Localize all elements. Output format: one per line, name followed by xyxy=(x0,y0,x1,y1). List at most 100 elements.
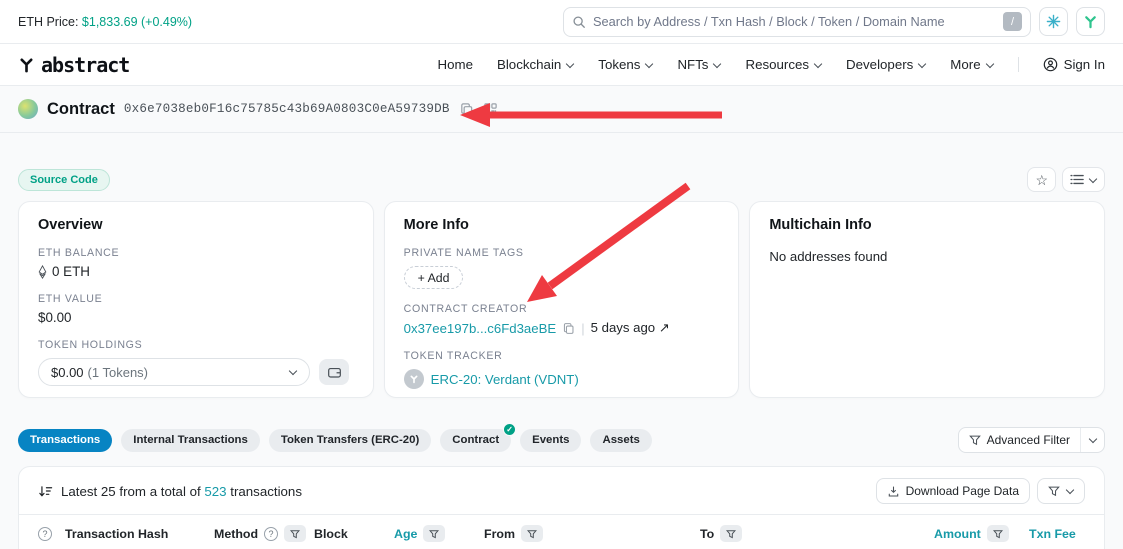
column-txn-fee: Txn Fee xyxy=(1029,527,1076,541)
nav-item-blockchain[interactable]: Blockchain xyxy=(497,57,574,72)
chevron-down-icon xyxy=(566,61,574,69)
download-page-data-button[interactable]: Download Page Data xyxy=(876,478,1030,504)
column-label-age[interactable]: Age xyxy=(394,527,417,541)
nav-item-nfts[interactable]: NFTs xyxy=(677,57,721,72)
topbar-actions: / xyxy=(563,7,1105,37)
abstract-network-icon xyxy=(1083,14,1098,29)
column-from: From xyxy=(484,525,700,542)
eth-diamond-icon xyxy=(38,265,47,279)
token-holdings-label: TOKEN HOLDINGS xyxy=(38,339,354,351)
nav-item-home[interactable]: Home xyxy=(438,57,473,72)
to-filter-button[interactable] xyxy=(720,525,742,542)
token-tracker-row: ERC-20: Verdant (VDNT) xyxy=(404,369,720,389)
chevron-down-icon xyxy=(1089,176,1097,184)
favorite-button[interactable]: ☆ xyxy=(1027,167,1056,192)
eth-balance-label: ETH BALANCE xyxy=(38,247,354,259)
nav-item-more[interactable]: More xyxy=(950,57,993,72)
tab-contract[interactable]: Contract✓ xyxy=(440,429,511,452)
column-amount: Amount xyxy=(934,525,1029,542)
advanced-filter-main[interactable]: Advanced Filter xyxy=(959,428,1080,452)
nav-item-label: Home xyxy=(438,57,473,72)
search-icon xyxy=(572,15,586,29)
private-name-tags-label: PRIVATE NAME TAGS xyxy=(404,247,720,259)
sort-icon xyxy=(38,484,53,499)
summary-count[interactable]: 523 xyxy=(204,484,226,499)
column-label-amount[interactable]: Amount xyxy=(934,527,981,541)
search-input[interactable] xyxy=(593,14,996,29)
nav-item-tokens[interactable]: Tokens xyxy=(598,57,653,72)
card-title: Overview xyxy=(38,217,354,233)
eth-price-value[interactable]: $1,833.69 xyxy=(82,15,138,29)
chevron-down-icon xyxy=(918,61,926,69)
from-filter-button[interactable] xyxy=(521,525,543,542)
wallet-icon xyxy=(327,365,342,380)
help-icon[interactable]: ? xyxy=(38,527,52,541)
token-holdings-dropdown[interactable]: $0.00(1 Tokens) xyxy=(38,358,310,386)
nav-item-resources[interactable]: Resources xyxy=(745,57,822,72)
transactions-table-card: Latest 25 from a total of 523 transactio… xyxy=(18,466,1105,549)
nav-item-developers[interactable]: Developers xyxy=(846,57,926,72)
view-options-button[interactable] xyxy=(1062,167,1105,192)
token-tracker-label: TOKEN TRACKER xyxy=(404,350,720,362)
creator-age: 5 days ago xyxy=(591,320,656,335)
table-summary: Latest 25 from a total of 523 transactio… xyxy=(38,484,302,499)
eth-price-label: ETH Price: xyxy=(18,15,78,29)
theme-toggle-button[interactable] xyxy=(1039,7,1068,36)
column-label: From xyxy=(484,527,515,541)
copy-icon[interactable] xyxy=(562,322,575,335)
holdings-count: (1 Tokens) xyxy=(88,365,148,380)
column-block: Block xyxy=(314,527,394,541)
nav-item-label: Tokens xyxy=(598,57,640,72)
tab-token-transfers[interactable]: Token Transfers (ERC-20) xyxy=(269,429,431,452)
holdings-text: $0.00(1 Tokens) xyxy=(51,365,148,380)
token-tracker-link[interactable]: ERC-20: Verdant (VDNT) xyxy=(431,372,579,387)
badges-row: Source Code ☆ xyxy=(18,167,1105,192)
amount-filter-button[interactable] xyxy=(987,525,1009,542)
search-box[interactable]: / xyxy=(563,7,1031,37)
token-holdings-row: $0.00(1 Tokens) xyxy=(38,358,354,386)
brand-logo[interactable]: abstract xyxy=(18,53,129,77)
wallet-button[interactable] xyxy=(319,359,349,385)
qr-code-icon xyxy=(483,102,498,117)
tab-events[interactable]: Events xyxy=(520,429,581,452)
source-code-badge[interactable]: Source Code xyxy=(18,169,110,191)
sign-in-button[interactable]: Sign In xyxy=(1043,57,1105,72)
eth-price-change: (+0.49%) xyxy=(141,15,192,29)
tab-transactions[interactable]: Transactions xyxy=(18,429,112,452)
search-shortcut-chip: / xyxy=(1003,12,1022,31)
creator-address-link[interactable]: 0x37ee197b...c6Fd3aeBE xyxy=(404,321,557,336)
contract-creator-row: 0x37ee197b...c6Fd3aeBE | 5 days ago ↗ xyxy=(404,320,720,336)
theme-icon xyxy=(1046,14,1061,29)
nav-bar: abstract Home Blockchain Tokens NFTs Res… xyxy=(0,44,1123,86)
creation-txn-link[interactable]: 5 days ago ↗ xyxy=(591,320,670,336)
separator: | xyxy=(581,321,584,336)
network-button[interactable] xyxy=(1076,7,1105,36)
tab-assets[interactable]: Assets xyxy=(590,429,651,452)
advanced-filter-label: Advanced Filter xyxy=(987,433,1070,447)
top-bar: ETH Price: $1,833.69 (+0.49%) / xyxy=(0,0,1123,44)
more-info-card: More Info PRIVATE NAME TAGS + Add CONTRA… xyxy=(384,201,740,398)
eth-value: $0.00 xyxy=(38,310,354,325)
column-label-txn-fee[interactable]: Txn Fee xyxy=(1029,527,1076,541)
copy-address-button[interactable] xyxy=(459,102,474,117)
method-filter-button[interactable] xyxy=(284,525,306,542)
filter-icon xyxy=(1048,485,1060,497)
table-actions: Download Page Data xyxy=(876,478,1085,504)
tab-internal-transactions[interactable]: Internal Transactions xyxy=(121,429,260,452)
verified-check-icon: ✓ xyxy=(503,423,516,436)
abstract-logo-icon xyxy=(18,56,35,73)
age-filter-button[interactable] xyxy=(423,525,445,542)
column-label: To xyxy=(700,527,714,541)
add-name-tag-button[interactable]: + Add xyxy=(404,266,464,289)
contract-type-label: Contract xyxy=(47,100,115,119)
tab-label: Contract xyxy=(452,434,499,446)
help-icon[interactable]: ? xyxy=(264,527,278,541)
header-tools: ☆ xyxy=(1027,167,1105,192)
advanced-filter-caret[interactable] xyxy=(1080,428,1104,452)
table-filter-button[interactable] xyxy=(1037,478,1085,504)
info-cards: Overview ETH BALANCE 0 ETH ETH VALUE $0.… xyxy=(18,201,1105,398)
nav-item-label: NFTs xyxy=(677,57,708,72)
list-icon xyxy=(1070,174,1084,185)
qr-code-button[interactable] xyxy=(483,102,498,117)
card-title: Multichain Info xyxy=(769,217,1085,233)
